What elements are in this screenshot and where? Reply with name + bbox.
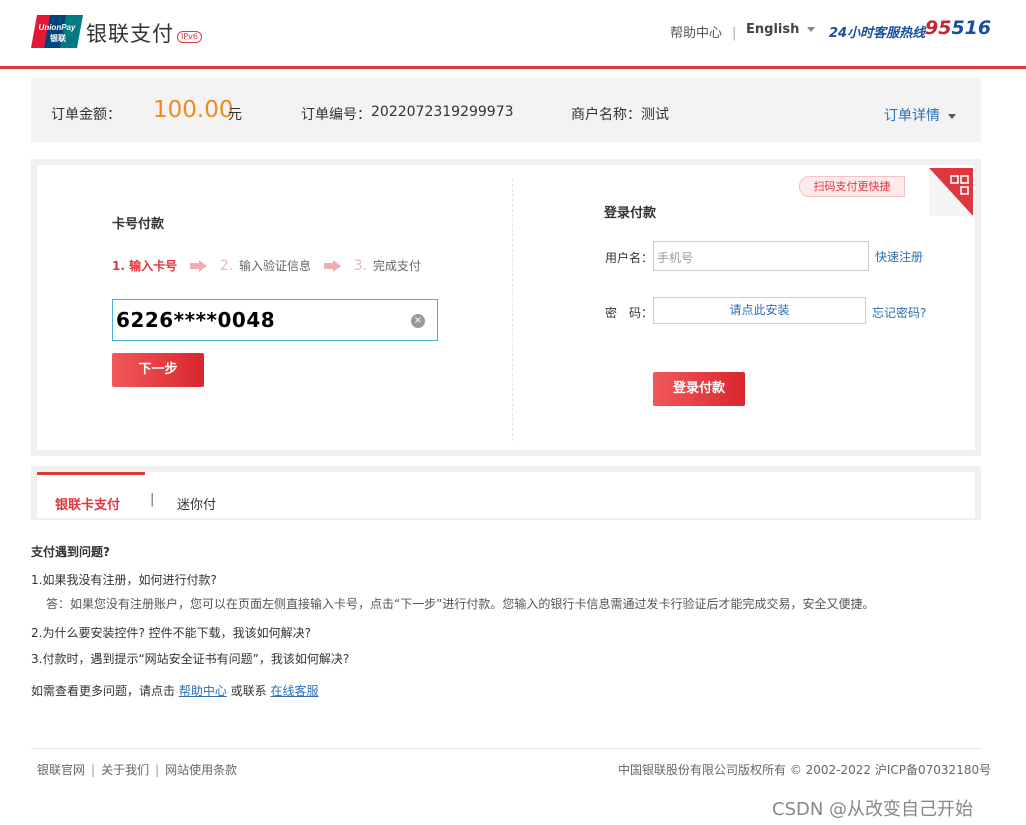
help-center-link[interactable]: 帮助中心 (179, 684, 227, 698)
svg-text:UnionPay: UnionPay (39, 23, 76, 32)
panel-divider (512, 179, 513, 441)
step-indicator: 1. 输入卡号 2. 输入验证信息 3. 完成支付 (112, 257, 421, 274)
footer-separator: | (91, 763, 96, 777)
order-number: 2022072319299973 (371, 104, 514, 120)
merchant-name: 测试 (641, 107, 669, 123)
username-label: 用户名： (605, 251, 654, 265)
footer-links: 银联官网 | 关于我们 | 网站使用条款 (37, 761, 237, 778)
step-1-label: 输入卡号 (129, 259, 178, 273)
step-3: 3. 完成支付 (354, 257, 421, 274)
order-detail-label: 订单详情 (884, 108, 940, 124)
username-input[interactable]: 手机号 (653, 241, 869, 271)
nav-separator: | (732, 26, 737, 41)
language-label: English (746, 22, 800, 37)
hotline-number-tail: 516 (951, 17, 992, 39)
tab-separator: | (150, 492, 155, 507)
footer-copyright: 中国银联股份有限公司版权所有 © 2002-2022 沪ICP备07032180… (618, 763, 992, 777)
hotline-number: 95516 (925, 17, 991, 39)
arrow-right-icon (189, 259, 207, 272)
footer-separator: | (155, 763, 160, 777)
step-2-label: 输入验证信息 (238, 259, 311, 273)
card-number-input[interactable]: 6226****0048 × (112, 299, 438, 341)
login-pay-title: 登录付款 (604, 206, 657, 221)
step-1: 1. 输入卡号 (112, 257, 177, 274)
hotline-label: 24小时客服热线 (829, 26, 926, 41)
password-label: 密 码： (605, 306, 654, 320)
arrow-right-icon (323, 259, 341, 272)
step-1-number: 1. (112, 259, 125, 273)
footer-link-official[interactable]: 银联官网 (37, 763, 85, 777)
amount-label: 订单金额： (51, 107, 121, 123)
tabs-inner: 银联卡支付 | 迷你付 (37, 472, 975, 518)
username-placeholder: 手机号 (657, 251, 694, 265)
faq-question-1[interactable]: 1.如果我没有注册，如何进行付款? (31, 571, 217, 588)
order-summary-bar: 订单金额： 100.00 元 订单编号： 2022072319299973 商户… (31, 78, 981, 142)
faq-more-prefix: 如需查看更多问题，请点击 (31, 684, 179, 698)
payment-method-tabs: 银联卡支付 | 迷你付 (31, 466, 981, 520)
faq-answer-1: 答：如果您没有注册账户，您可以在页面左侧直接输入卡号，点击“下一步”进行付款。您… (46, 597, 875, 611)
quick-register-link[interactable]: 快速注册 (875, 248, 923, 265)
top-nav: 帮助中心 | (670, 22, 746, 41)
faq-more-mid: 或联系 (226, 684, 271, 698)
payment-panel-inner: 卡号付款 1. 输入卡号 2. 输入验证信息 3. 完成支付 6226****0… (37, 165, 975, 450)
order-detail-toggle[interactable]: 订单详情 (884, 105, 956, 125)
chevron-down-icon (807, 27, 816, 32)
svg-text:银联: 银联 (49, 33, 66, 43)
tab-mini-pay[interactable]: 迷你付 (177, 494, 216, 513)
footer-divider (31, 748, 981, 749)
order-amount: 100.00 (153, 97, 234, 123)
faq-more: 如需查看更多问题，请点击 帮助中心 或联系 在线客服 (31, 682, 319, 699)
card-number-value: 6226****0048 (116, 308, 276, 332)
watermark: CSDN @从改变自己开始 (772, 799, 974, 820)
faq-question-3[interactable]: 3.付款时，遇到提示“网站安全证书有问题”，我该如何解决? (31, 650, 349, 667)
merchant-label: 商户名称： (571, 107, 641, 123)
help-center-link[interactable]: 帮助中心 (670, 26, 722, 41)
hotline-number-head: 95 (925, 17, 952, 39)
amount-unit: 元 (228, 107, 242, 123)
forgot-password-link[interactable]: 忘记密码? (872, 304, 926, 321)
qr-code-icon[interactable] (929, 168, 973, 216)
unionpay-logo[interactable]: UnionPay 银联 (31, 15, 83, 48)
step-2: 2. 输入验证信息 (220, 257, 311, 274)
ipv6-badge: IPv6 (177, 31, 203, 43)
password-install-prompt[interactable]: 请点此安装 (653, 297, 866, 324)
next-step-button[interactable]: 下一步 (112, 353, 204, 387)
step-3-number: 3. (353, 258, 367, 274)
active-tab-indicator (37, 472, 145, 475)
order-number-label: 订单编号： (301, 107, 371, 123)
footer-link-terms[interactable]: 网站使用条款 (165, 763, 237, 777)
language-selector[interactable]: English (746, 22, 816, 37)
login-pay-button[interactable]: 登录付款 (653, 372, 745, 406)
brand-title: 银联支付 (86, 22, 174, 46)
faq-title: 支付遇到问题? (31, 545, 110, 559)
top-header: UnionPay 银联 银联支付 IPv6 帮助中心 | English 24小时… (0, 0, 1026, 69)
qr-pay-tag[interactable]: 扫码支付更快捷 (799, 176, 905, 197)
clear-icon[interactable]: × (411, 314, 425, 328)
online-service-link[interactable]: 在线客服 (270, 684, 318, 698)
payment-panel: 卡号付款 1. 输入卡号 2. 输入验证信息 3. 完成支付 6226****0… (31, 159, 981, 456)
chevron-down-icon (948, 113, 956, 119)
step-2-number: 2. (219, 258, 234, 274)
faq-question-2[interactable]: 2.为什么要安装控件? 控件不能下载，我该如何解决? (31, 624, 311, 641)
step-3-label: 完成支付 (372, 259, 421, 273)
card-pay-title: 卡号付款 (112, 217, 165, 232)
tab-unionpay-card[interactable]: 银联卡支付 (55, 494, 120, 513)
footer-link-about[interactable]: 关于我们 (101, 763, 149, 777)
